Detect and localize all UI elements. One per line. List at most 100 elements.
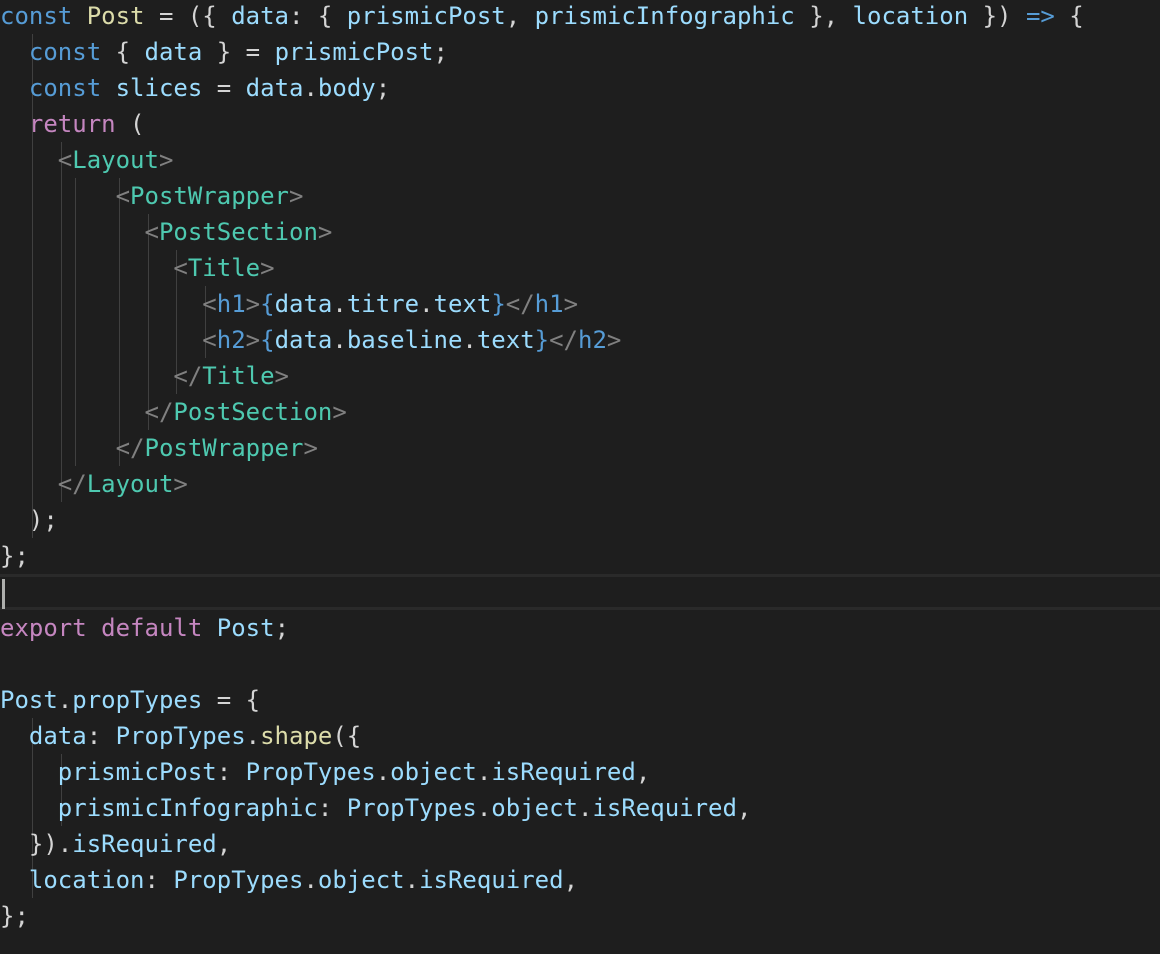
code-token: body (317, 74, 376, 102)
code-token: </ (173, 362, 203, 390)
code-token: > (563, 290, 579, 318)
code-line[interactable]: location: PropTypes.object.isRequired, (0, 862, 1160, 898)
code-token: Post (86, 2, 145, 30)
code-token: , (505, 2, 535, 30)
code-token: default (101, 614, 203, 642)
code-token: < (57, 146, 73, 174)
code-token: PostSection (173, 398, 333, 426)
code-token: prismicPost (346, 2, 506, 30)
code-token: : (216, 758, 246, 786)
code-token: ; (375, 74, 391, 102)
code-token: data (28, 722, 87, 750)
code-token: Title (202, 362, 275, 390)
code-token: : (317, 794, 347, 822)
code-token: prismicInfographic (57, 794, 318, 822)
code-token: isRequired (419, 866, 564, 894)
code-line[interactable]: }).isRequired, (0, 826, 1160, 862)
code-token: isRequired (592, 794, 737, 822)
code-token: > (332, 398, 347, 426)
code-token: > (158, 146, 174, 174)
code-line[interactable]: Post.propTypes = { (0, 682, 1160, 718)
code-token: > (606, 326, 622, 354)
code-token: const (28, 38, 102, 66)
code-token: > (274, 362, 289, 390)
code-line[interactable]: </Layout> (0, 466, 1160, 502)
code-token: }, (794, 2, 853, 30)
code-token: = ({ (144, 2, 232, 30)
code-token: ; (433, 38, 448, 66)
code-token: const (28, 74, 116, 102)
code-token: data (245, 74, 304, 102)
code-token: ({ (332, 722, 362, 750)
code-token: . (476, 794, 492, 822)
code-token: > (245, 290, 261, 318)
code-token: data (274, 290, 333, 318)
code-token: > (245, 326, 261, 354)
code-editor[interactable]: const Post = ({ data: { prismicPost, pri… (0, 0, 1160, 954)
code-token: PropTypes (346, 794, 477, 822)
code-token: > (289, 182, 304, 210)
code-token: Post (216, 614, 275, 642)
code-token: return (28, 110, 116, 138)
code-line[interactable]: </PostWrapper> (0, 430, 1160, 466)
code-token: titre (346, 290, 420, 318)
code-token: , (635, 758, 651, 786)
code-line[interactable]: prismicInfographic: PropTypes.object.isR… (0, 790, 1160, 826)
code-token: h2 (578, 326, 607, 354)
code-token: slices (115, 74, 203, 102)
code-token: > (317, 218, 333, 246)
code-token: text (476, 326, 535, 354)
code-token: } (534, 326, 550, 354)
code-token: prismicPost (57, 758, 217, 786)
code-line[interactable] (0, 574, 1160, 610)
code-line[interactable]: ); (0, 502, 1160, 538)
code-token: > (173, 470, 188, 498)
code-line[interactable] (0, 646, 1160, 682)
code-token: => (1025, 2, 1055, 30)
code-line[interactable]: <PostWrapper> (0, 178, 1160, 214)
code-token: > (303, 434, 318, 462)
code-token: prismicPost (274, 38, 434, 66)
code-token: = (202, 74, 246, 102)
code-token: } = (202, 38, 275, 66)
code-line[interactable]: </Title> (0, 358, 1160, 394)
code-line[interactable]: <Layout> (0, 142, 1160, 178)
code-line[interactable]: <PostSection> (0, 214, 1160, 250)
code-token: { (101, 38, 145, 66)
code-token: ; (274, 614, 290, 642)
code-line[interactable]: </PostSection> (0, 394, 1160, 430)
code-line[interactable]: return ( (0, 106, 1160, 142)
code-token: baseline (346, 326, 463, 354)
code-line[interactable]: <h2>{data.baseline.text}</h2> (0, 322, 1160, 358)
code-token: } (491, 290, 506, 318)
code-line[interactable]: const slices = data.body; (0, 70, 1160, 106)
code-line[interactable]: <Title> (0, 250, 1160, 286)
code-token: . (419, 290, 434, 318)
code-line[interactable]: export default Post; (0, 610, 1160, 646)
code-token: export (0, 614, 87, 642)
code-line[interactable]: prismicPost: PropTypes.object.isRequired… (0, 754, 1160, 790)
code-line[interactable]: data: PropTypes.shape({ (0, 718, 1160, 754)
code-line[interactable]: }; (0, 898, 1160, 934)
code-token: < (202, 290, 217, 318)
code-line[interactable]: <h1>{data.titre.text}</h1> (0, 286, 1160, 322)
code-line[interactable]: }; (0, 538, 1160, 574)
code-token: < (202, 326, 217, 354)
code-token: PropTypes (115, 722, 246, 750)
code-token: { (260, 326, 275, 354)
code-token: . (375, 758, 391, 786)
code-line[interactable]: const { data } = prismicPost; (0, 34, 1160, 70)
code-line[interactable]: const Post = ({ data: { prismicPost, pri… (0, 0, 1160, 34)
code-token: const (0, 2, 87, 30)
code-token: </ (144, 398, 174, 426)
